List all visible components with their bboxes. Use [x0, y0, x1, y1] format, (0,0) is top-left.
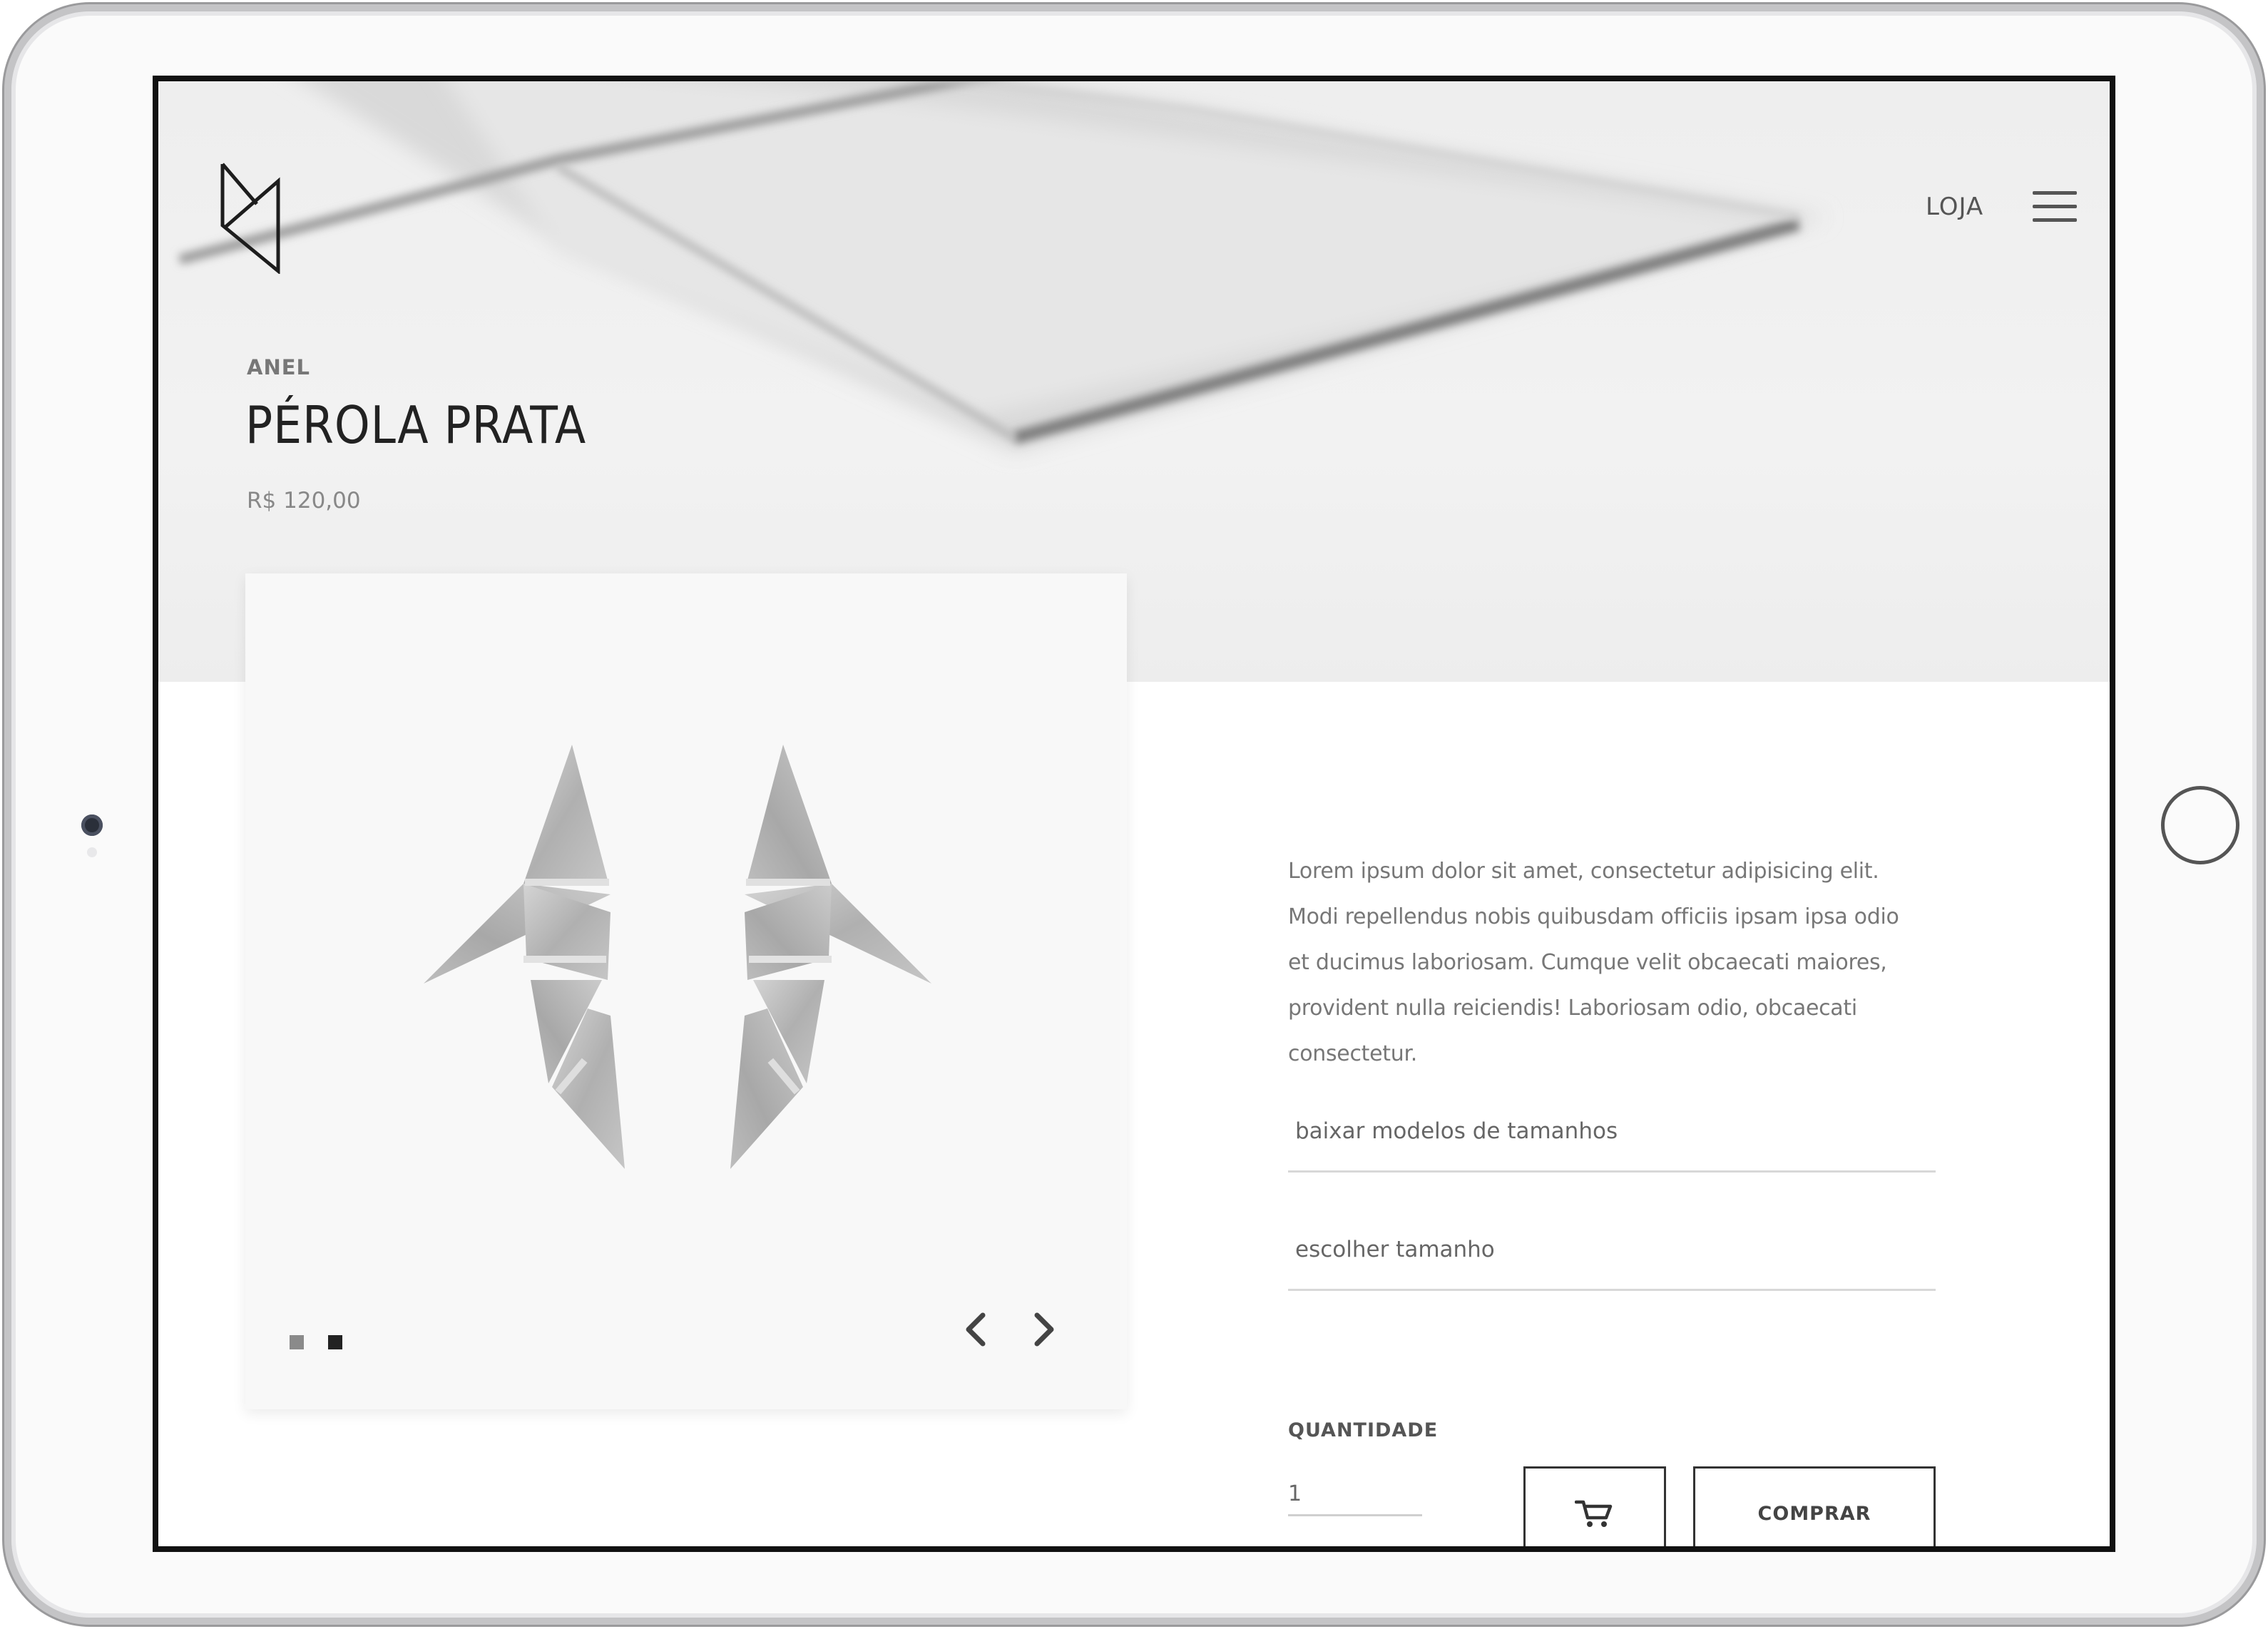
camera-sensor	[87, 847, 97, 857]
menu-line	[2033, 191, 2077, 195]
size-models-label: baixar modelos de tamanhos	[1295, 1118, 1618, 1144]
buy-button[interactable]: COMPRAR	[1693, 1466, 1936, 1546]
product-image-carousel	[245, 573, 1127, 1409]
product-description: Lorem ipsum dolor sit amet, consectetur …	[1288, 859, 1899, 1066]
carousel-dot-1[interactable]	[290, 1335, 304, 1349]
carousel-dot-2-active[interactable]	[328, 1335, 342, 1349]
home-button[interactable]	[2161, 786, 2239, 864]
add-to-cart-button[interactable]	[1523, 1466, 1666, 1546]
menu-line	[2033, 205, 2077, 208]
size-models-download-link[interactable]: baixar modelos de tamanhos	[1288, 1094, 1936, 1173]
hamburger-menu-icon[interactable]	[2033, 191, 2077, 223]
nav-shop-link[interactable]: LOJA	[1926, 193, 1983, 221]
quantity-label: QUANTIDADE	[1288, 1419, 1439, 1441]
quantity-input[interactable]	[1288, 1481, 1422, 1516]
chevron-left-icon[interactable]	[961, 1309, 990, 1349]
product-price: R$ 120,00	[247, 488, 361, 514]
product-category: ANEL	[247, 355, 311, 379]
cart-icon	[1575, 1500, 1613, 1527]
chevron-right-icon[interactable]	[1030, 1309, 1058, 1349]
size-select-label: escolher tamanho	[1295, 1237, 1495, 1262]
brand-logo-icon[interactable]	[218, 160, 284, 274]
size-select[interactable]: escolher tamanho	[1288, 1212, 1936, 1291]
menu-line	[2033, 218, 2077, 222]
product-title: PÉROLA PRATA	[245, 395, 587, 455]
product-photo-earrings	[424, 745, 931, 1169]
screen: LOJA ANEL PÉROLA PRATA R$ 120,00 Lorem i…	[153, 76, 2115, 1552]
front-camera	[81, 814, 103, 836]
